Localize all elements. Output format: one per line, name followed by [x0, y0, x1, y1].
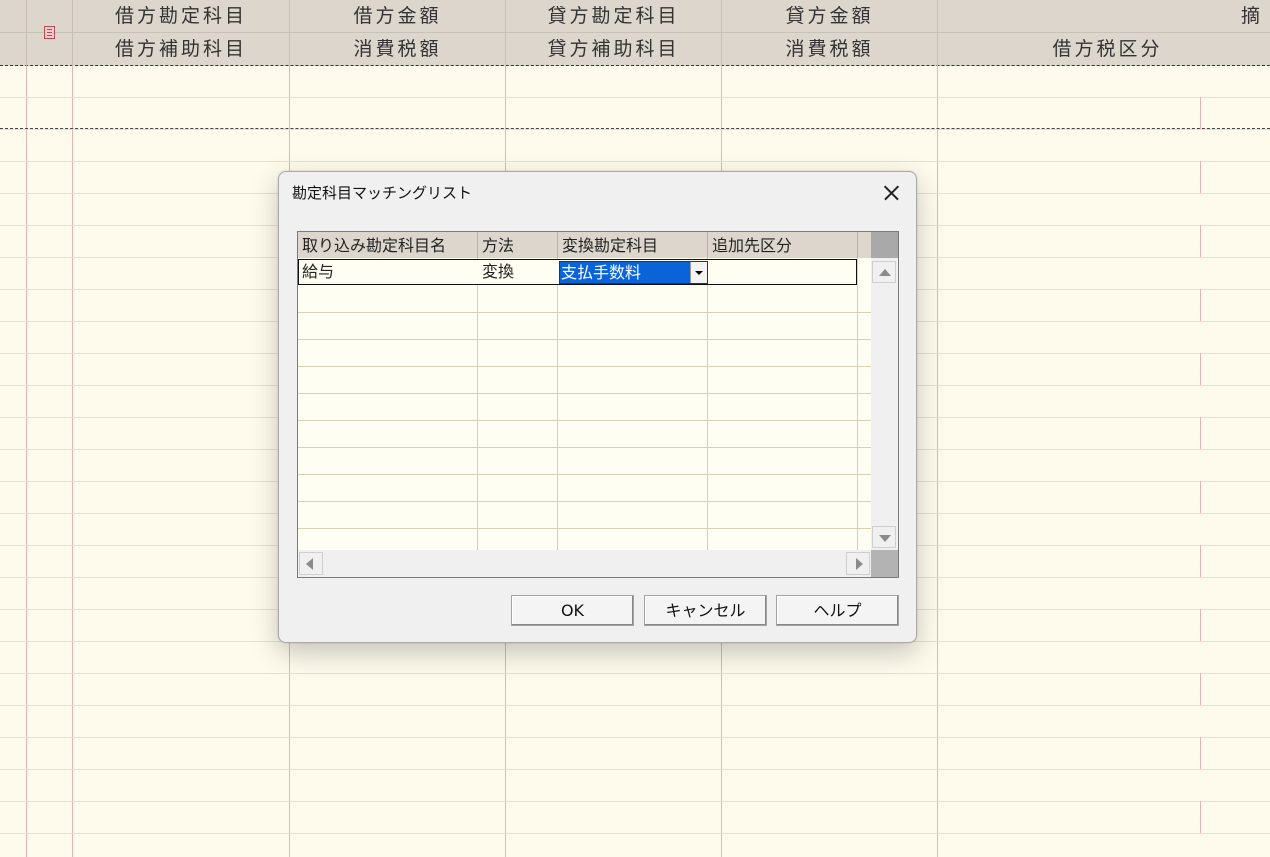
ledger-row-line [0, 801, 1270, 802]
header-credit-account[interactable]: 貸方勘定科目 [506, 0, 722, 32]
header-debit-tax-category[interactable]: 借方税区分 [938, 33, 1270, 65]
column-header-method[interactable]: 方法 [478, 232, 558, 258]
header-description[interactable]: 摘 [938, 0, 1270, 32]
table-row[interactable]: 給与 変換 支払手数料 [298, 259, 857, 285]
scroll-right-icon[interactable] [846, 552, 870, 575]
grid-row-line [298, 420, 871, 421]
header-debit-amount[interactable]: 借方金額 [290, 0, 506, 32]
ledger-column-line [26, 65, 27, 857]
ledger-subcolumn-line [1200, 353, 1201, 385]
grid-column-line [707, 258, 708, 550]
ledger-column-line [72, 65, 73, 857]
column-header-source-account[interactable]: 取り込み勘定科目名 [298, 232, 478, 258]
dialog-title: 勘定科目マッチングリスト [292, 184, 473, 202]
grid-row-line [298, 312, 871, 313]
grid-header: 取り込み勘定科目名 方法 変換勘定科目 追加先区分 [298, 232, 898, 258]
scroll-down-icon[interactable] [872, 526, 896, 548]
help-button[interactable]: ヘルプ [776, 595, 899, 626]
ledger-subcolumn-line [1200, 737, 1201, 769]
ledger-row-line [0, 129, 1270, 130]
grid-row-line [298, 339, 871, 340]
ledger-row-line [0, 161, 1270, 162]
cell-destination-category[interactable] [709, 260, 857, 284]
ledger-row-line [0, 833, 1270, 834]
grid-header-corner [871, 232, 898, 258]
ledger-row-line [0, 769, 1270, 770]
target-account-value[interactable]: 支払手数料 [560, 262, 690, 283]
close-icon[interactable] [875, 178, 907, 208]
cell-source-account[interactable]: 給与 [299, 260, 479, 284]
ledger-subcolumn-line [1200, 673, 1201, 705]
grid-row-line [298, 528, 871, 529]
ledger-subcolumn-line [1200, 225, 1201, 257]
ledger-row-line [0, 97, 1270, 98]
scrollbar-corner [871, 550, 898, 577]
scroll-up-icon[interactable] [872, 261, 896, 283]
grid-row-line [298, 447, 871, 448]
cell-method[interactable]: 変換 [479, 260, 559, 284]
grid-column-line [477, 258, 478, 550]
column-header-filler [858, 232, 871, 258]
horizontal-scrollbar[interactable] [298, 550, 871, 577]
ledger-subcolumn-line [1200, 97, 1201, 129]
ledger-subcolumn-line [1200, 609, 1201, 641]
ledger-subcolumn-line [1200, 801, 1201, 833]
grid-row-line [298, 474, 871, 475]
column-header-destination-category[interactable]: 追加先区分 [708, 232, 858, 258]
ledger-subcolumn-line [1200, 289, 1201, 321]
grid-row-line [298, 393, 871, 394]
chevron-down-icon[interactable] [690, 262, 707, 283]
account-matching-dialog: 勘定科目マッチングリスト 取り込み勘定科目名 方法 変換勘定科目 追加先区分 給… [278, 171, 917, 643]
row-header-corner-2 [0, 33, 27, 65]
scroll-left-icon[interactable] [299, 552, 323, 575]
header-debit-sub-account[interactable]: 借方補助科目 [73, 33, 290, 65]
header-debit-account[interactable]: 借方勘定科目 [73, 0, 290, 32]
ledger-header-row-2: 借方補助科目 消費税額 貸方補助科目 消費税額 借方税区分 [0, 33, 1270, 66]
grid-column-line [857, 258, 858, 550]
header-credit-sub-account[interactable]: 貸方補助科目 [506, 33, 722, 65]
ledger-column-line [937, 65, 938, 857]
ledger-subcolumn-line [1200, 545, 1201, 577]
ok-button[interactable]: OK [511, 595, 634, 626]
grid-row-line [298, 366, 871, 367]
ledger-subcolumn-line [1200, 161, 1201, 193]
ledger-row-line [0, 705, 1270, 706]
ledger-row-line [0, 673, 1270, 674]
ledger-entry-separator [0, 128, 1270, 129]
header-credit-amount[interactable]: 貸方金額 [722, 0, 938, 32]
grid-column-line [557, 258, 558, 550]
header-credit-tax-amount[interactable]: 消費税額 [722, 33, 938, 65]
ledger-header-row-1: 借方勘定科目 借方金額 貸方勘定科目 貸方金額 摘 [0, 0, 1270, 33]
vertical-scrollbar[interactable] [871, 258, 898, 550]
grid-row-line [298, 501, 871, 502]
matching-grid: 取り込み勘定科目名 方法 変換勘定科目 追加先区分 給与 変換 支払手数料 [297, 231, 899, 578]
ledger-row-line [0, 737, 1270, 738]
column-header-target-account[interactable]: 変換勘定科目 [558, 232, 708, 258]
row-header-corner [0, 0, 27, 32]
cancel-button[interactable]: キャンセル [644, 595, 767, 626]
book-icon [44, 26, 55, 39]
header-debit-tax-amount[interactable]: 消費税額 [290, 33, 506, 65]
ledger-subcolumn-line [1200, 417, 1201, 449]
ledger-subcolumn-line [1200, 481, 1201, 513]
target-account-combobox[interactable]: 支払手数料 [559, 261, 708, 284]
